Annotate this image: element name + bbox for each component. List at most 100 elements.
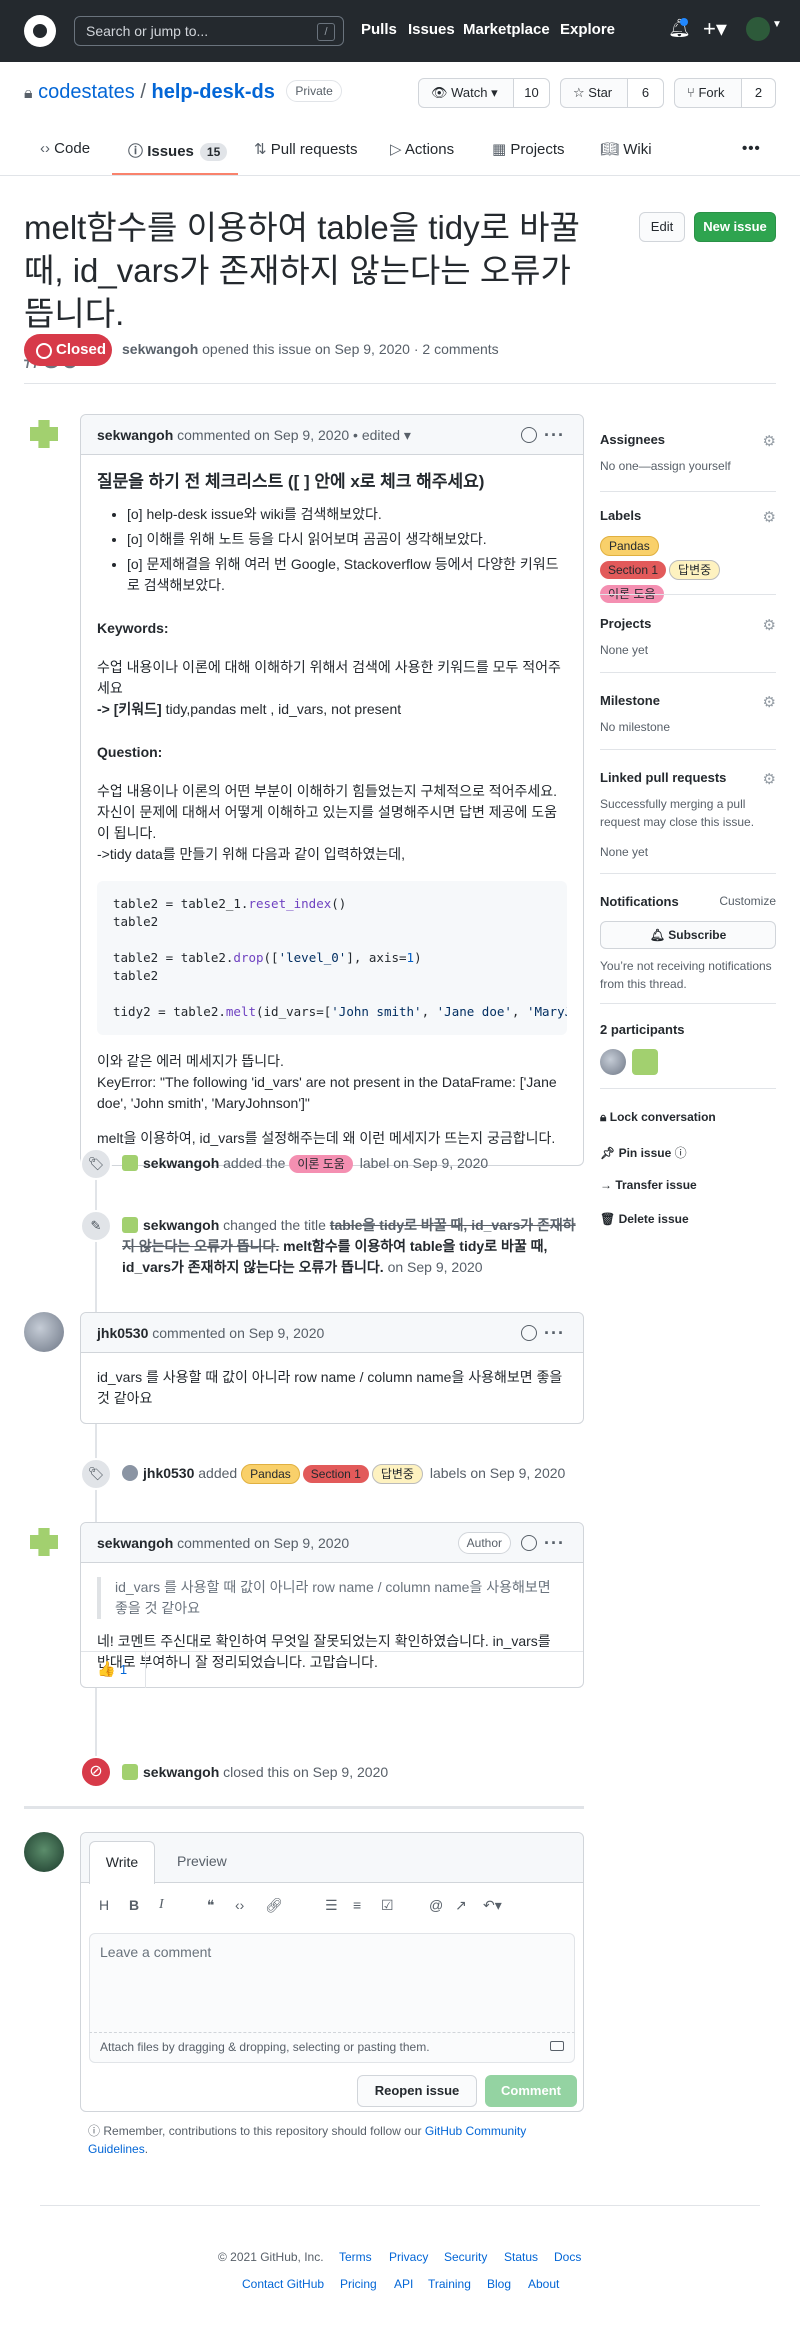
- more-tabs-icon[interactable]: •••: [742, 140, 761, 157]
- repo-owner-link[interactable]: codestates: [38, 81, 135, 103]
- link-icon[interactable]: 🔗︎: [265, 1897, 283, 1914]
- avatar[interactable]: [24, 1832, 64, 1872]
- tab-issues[interactable]: ⓘ Issues 15: [128, 140, 228, 161]
- label-badge[interactable]: 답변중: [669, 560, 721, 580]
- markdown-icon[interactable]: [550, 2041, 564, 2051]
- edit-title-button[interactable]: Edit: [639, 212, 685, 242]
- mention-icon[interactable]: @: [429, 1897, 443, 1913]
- kebab-menu-icon[interactable]: ···: [544, 1523, 565, 1563]
- heading-icon[interactable]: H: [99, 1897, 109, 1913]
- smiley-icon[interactable]: [521, 1535, 537, 1551]
- gear-icon[interactable]: ⚙: [763, 616, 776, 634]
- nav-marketplace[interactable]: Marketplace: [463, 21, 550, 38]
- tab-wiki[interactable]: 📖︎ Wiki: [600, 140, 652, 158]
- footer-link-about[interactable]: About: [528, 2277, 559, 2291]
- gear-icon[interactable]: ⚙: [763, 432, 776, 450]
- italic-icon[interactable]: I: [159, 1897, 164, 1913]
- avatar[interactable]: [122, 1155, 138, 1171]
- footer-link-blog[interactable]: Blog: [487, 2277, 511, 2291]
- info-icon[interactable]: ⓘ: [675, 1146, 687, 1160]
- comment-button[interactable]: Comment: [485, 2075, 577, 2107]
- footer-link-docs[interactable]: Docs: [554, 2250, 581, 2264]
- pin-issue-button[interactable]: 📌︎ Pin issue ⓘ: [600, 1144, 687, 1161]
- avatar[interactable]: [24, 414, 64, 454]
- task-list-icon[interactable]: ☑: [381, 1897, 394, 1914]
- reopen-issue-button[interactable]: Reopen issue: [357, 2075, 477, 2107]
- tab-actions[interactable]: ▷ Actions: [390, 140, 454, 158]
- footer-link-api[interactable]: API: [394, 2277, 413, 2291]
- fork-count[interactable]: 2: [741, 79, 775, 107]
- assignees-value[interactable]: No one—assign yourself: [600, 457, 776, 475]
- label-badge[interactable]: Pandas: [241, 1464, 300, 1484]
- nav-explore[interactable]: Explore: [560, 21, 615, 38]
- comment-author[interactable]: sekwangoh: [97, 1535, 173, 1551]
- avatar[interactable]: [632, 1049, 658, 1075]
- comment-author[interactable]: jhk0530: [97, 1325, 148, 1341]
- quote-icon[interactable]: ❝: [207, 1897, 215, 1914]
- watch-count[interactable]: 10: [513, 79, 549, 107]
- comment-author[interactable]: sekwangoh: [97, 427, 173, 443]
- lock-conversation-button[interactable]: 🔒︎ Lock conversation: [600, 1110, 716, 1125]
- milestone-heading[interactable]: Milestone ⚙: [600, 693, 776, 711]
- tab-preview[interactable]: Preview: [177, 1853, 227, 1869]
- reaction-thumbs-up[interactable]: 👍 1: [97, 1660, 127, 1678]
- label-badge[interactable]: 답변중: [371, 1464, 423, 1484]
- labels-heading[interactable]: Labels ⚙: [600, 508, 776, 526]
- label-badge[interactable]: 이론 도움: [289, 1155, 353, 1173]
- avatar[interactable]: [24, 1312, 64, 1352]
- numbered-list-icon[interactable]: ≡: [353, 1897, 361, 1913]
- customize-link[interactable]: Customize: [719, 894, 776, 908]
- repo-name-link[interactable]: help-desk-ds: [152, 81, 275, 103]
- footer-link-training[interactable]: Training: [428, 2277, 471, 2291]
- new-issue-button[interactable]: New issue: [694, 212, 776, 242]
- tab-write[interactable]: Write: [89, 1841, 155, 1884]
- comment-textarea[interactable]: Leave a comment: [89, 1933, 575, 2033]
- footer-link-pricing[interactable]: Pricing: [340, 2277, 377, 2291]
- delete-issue-button[interactable]: 🗑︎ Delete issue: [600, 1212, 689, 1226]
- reply-icon[interactable]: ↶▾: [483, 1897, 502, 1914]
- linked-prs-heading[interactable]: Linked pull requests ⚙: [600, 770, 776, 788]
- edited-dropdown[interactable]: • edited ▾: [353, 427, 411, 443]
- avatar[interactable]: [122, 1217, 138, 1233]
- projects-heading[interactable]: Projects ⚙: [600, 616, 776, 634]
- footer-link-contact[interactable]: Contact GitHub: [242, 2277, 324, 2291]
- avatar[interactable]: [122, 1465, 138, 1481]
- watch-button[interactable]: 👁︎ Watch ▾ 10: [418, 78, 550, 108]
- avatar[interactable]: [600, 1049, 626, 1075]
- chevron-down-icon[interactable]: ▼: [772, 19, 782, 30]
- tab-pull-requests[interactable]: ⇅ Pull requests: [254, 140, 357, 158]
- tab-code[interactable]: ‹› Code: [40, 140, 90, 157]
- star-count[interactable]: 6: [627, 79, 663, 107]
- footer-link-terms[interactable]: Terms: [339, 2250, 372, 2264]
- smiley-icon[interactable]: [521, 1325, 537, 1341]
- attach-files-bar[interactable]: Attach files by dragging & dropping, sel…: [89, 2033, 575, 2063]
- label-badge[interactable]: Section 1: [302, 1465, 369, 1483]
- kebab-menu-icon[interactable]: ···: [544, 415, 565, 455]
- avatar[interactable]: [24, 1522, 64, 1562]
- code-icon[interactable]: ‹›: [235, 1897, 244, 1913]
- label-badge[interactable]: Section 1: [600, 561, 667, 579]
- bullet-list-icon[interactable]: ☰: [325, 1897, 338, 1914]
- bold-icon[interactable]: B: [129, 1897, 139, 1913]
- star-button[interactable]: ☆ Star 6: [560, 78, 664, 108]
- gear-icon[interactable]: ⚙: [763, 693, 776, 711]
- subscribe-button[interactable]: 🔔︎ Subscribe: [600, 921, 776, 949]
- gear-icon[interactable]: ⚙: [763, 770, 776, 788]
- nav-issues[interactable]: Issues: [408, 21, 455, 38]
- plus-icon[interactable]: +▾: [703, 16, 727, 42]
- nav-pulls[interactable]: Pulls: [361, 21, 397, 38]
- tab-projects[interactable]: ▦ Projects: [492, 140, 565, 158]
- transfer-issue-button[interactable]: → Transfer issue: [600, 1178, 697, 1192]
- search-input[interactable]: Search or jump to... /: [74, 16, 344, 46]
- smiley-icon[interactable]: [521, 427, 537, 443]
- label-badge[interactable]: Pandas: [600, 536, 659, 556]
- issue-author-link[interactable]: sekwangoh: [122, 341, 198, 357]
- footer-link-privacy[interactable]: Privacy: [389, 2250, 428, 2264]
- reference-icon[interactable]: ↗: [455, 1897, 467, 1914]
- avatar[interactable]: [122, 1764, 138, 1780]
- github-logo-icon[interactable]: [24, 15, 56, 47]
- assignees-heading[interactable]: Assignees ⚙: [600, 432, 776, 450]
- fork-button[interactable]: ⑂ Fork 2: [674, 78, 776, 108]
- user-avatar[interactable]: [746, 17, 770, 41]
- footer-link-security[interactable]: Security: [444, 2250, 487, 2264]
